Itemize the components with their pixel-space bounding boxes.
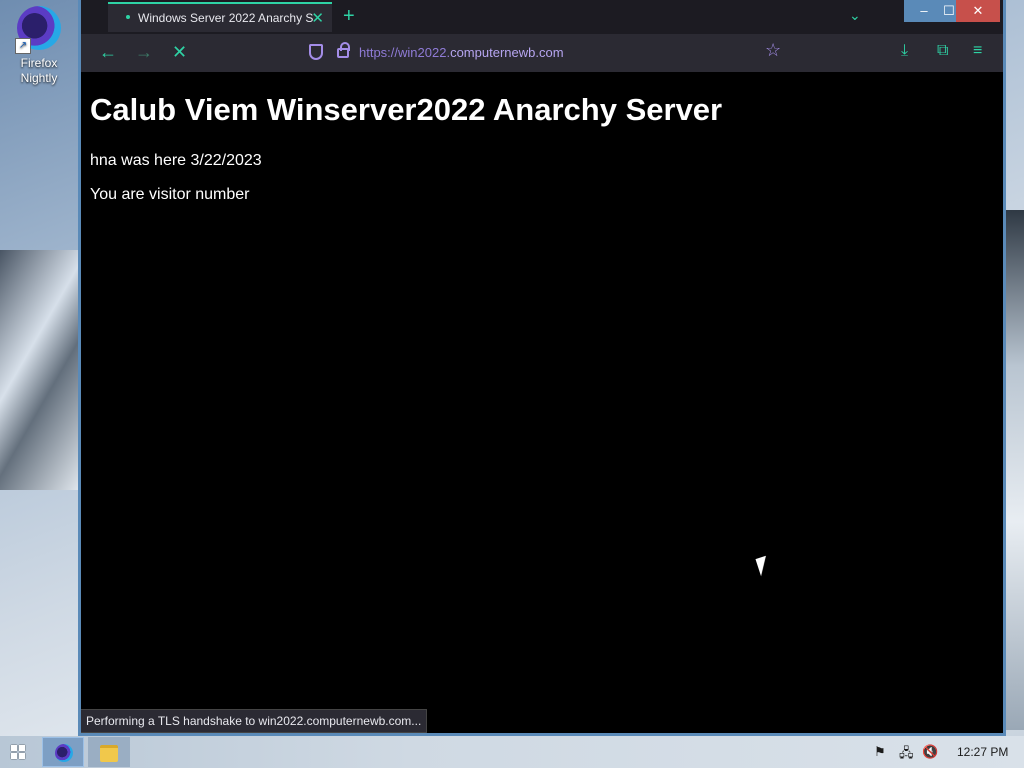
url-scheme: https:// bbox=[359, 45, 399, 60]
tab-active[interactable]: Windows Server 2022 Anarchy S ✕ bbox=[108, 2, 332, 32]
bookmark-star-icon[interactable]: ☆ bbox=[765, 40, 781, 61]
forward-button[interactable]: → bbox=[135, 42, 153, 62]
firefox-nightly-icon bbox=[55, 744, 73, 762]
desktop-icon-firefox-nightly[interactable]: ↗ Firefox Nightly bbox=[8, 6, 70, 86]
file-explorer-icon bbox=[100, 745, 118, 762]
tab-close-icon[interactable]: ✕ bbox=[311, 9, 324, 27]
shield-icon[interactable] bbox=[309, 44, 323, 60]
back-button[interactable]: ← bbox=[99, 42, 117, 62]
flag-icon[interactable]: ⚑ bbox=[874, 744, 886, 760]
taskbar-firefox-button[interactable] bbox=[42, 737, 84, 767]
download-icon[interactable]: ⤓ bbox=[901, 42, 908, 60]
url-sub: win2022. bbox=[398, 45, 451, 60]
firefox-nightly-icon: ↗ bbox=[15, 6, 61, 54]
windows-start-icon[interactable] bbox=[11, 745, 25, 759]
loading-dot-icon bbox=[126, 15, 130, 19]
shortcut-arrow-icon: ↗ bbox=[15, 38, 31, 54]
new-tab-button[interactable]: + bbox=[343, 6, 355, 26]
lock-icon[interactable] bbox=[337, 42, 350, 58]
url-host: computernewb.com bbox=[450, 45, 564, 60]
close-window-button[interactable]: ✕ bbox=[956, 0, 1000, 22]
page-heading: Calub Viem Winserver2022 Anarchy Server bbox=[90, 92, 723, 127]
url-text[interactable]: https://win2022.computernewb.com bbox=[359, 45, 564, 60]
desktop-wallpaper-left bbox=[0, 250, 80, 490]
tab-title: Windows Server 2022 Anarchy S bbox=[138, 11, 314, 25]
url-bar[interactable]: https://win2022.computernewb.com bbox=[303, 38, 783, 68]
volume-muted-icon[interactable]: 🔇 bbox=[922, 744, 938, 760]
menu-icon[interactable]: ≡ bbox=[973, 42, 982, 60]
stop-button[interactable]: ✕ bbox=[172, 42, 187, 62]
taskbar-file-explorer-button[interactable] bbox=[88, 737, 130, 767]
tab-bar: Windows Server 2022 Anarchy S ✕ + ⌄ – ☐ … bbox=[81, 0, 1003, 34]
status-panel: Performing a TLS handshake to win2022.co… bbox=[81, 709, 428, 733]
extensions-icon[interactable]: ⧉ bbox=[937, 42, 948, 60]
desktop-icon-label-2: Nightly bbox=[20, 71, 58, 85]
page-line-1: hna was here 3/22/2023 bbox=[90, 152, 262, 169]
network-icon[interactable]: 🖧 bbox=[899, 744, 914, 766]
list-all-tabs-button[interactable]: ⌄ bbox=[849, 7, 861, 24]
nav-toolbar: ← → ✕ https://win2022.computernewb.com ☆… bbox=[81, 34, 1003, 72]
clock[interactable]: 12:27 PM bbox=[957, 745, 1008, 759]
desktop-icon-label-1: Firefox bbox=[20, 56, 58, 70]
page-content: Calub Viem Winserver2022 Anarchy Server … bbox=[81, 72, 1003, 733]
browser-window: Windows Server 2022 Anarchy S ✕ + ⌄ – ☐ … bbox=[78, 0, 1006, 736]
page-line-2: You are visitor number bbox=[90, 186, 250, 203]
taskbar: ⚑ 🖧 🔇 12:27 PM bbox=[0, 736, 1024, 768]
